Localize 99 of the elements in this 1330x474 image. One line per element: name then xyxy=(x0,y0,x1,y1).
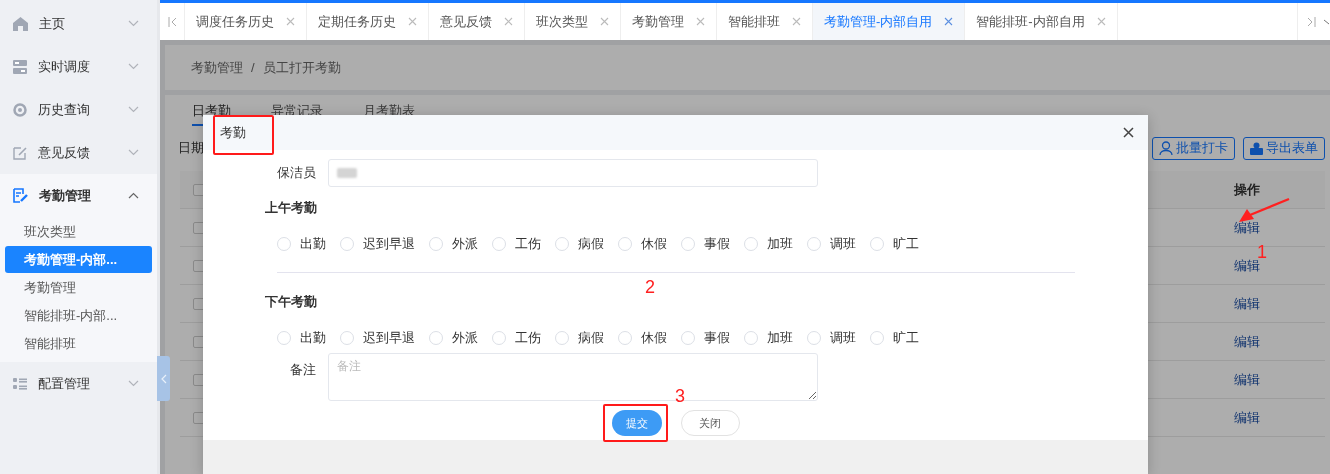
breadcrumb-item: 员工打开考勤 xyxy=(262,58,341,77)
radio-label[interactable]: 出勤 xyxy=(300,235,326,253)
radio-button[interactable] xyxy=(681,331,695,345)
edit-link[interactable]: 编辑 xyxy=(1234,371,1260,387)
radio-button[interactable] xyxy=(429,237,443,251)
menu-item[interactable]: 实时调度 xyxy=(38,57,117,76)
radio-label[interactable]: 出勤 xyxy=(300,329,326,347)
close-icon xyxy=(286,17,295,26)
close-icon xyxy=(696,17,705,26)
target-icon xyxy=(13,102,27,117)
edit-link[interactable]: 编辑 xyxy=(1234,333,1260,349)
radio-button[interactable] xyxy=(744,331,758,345)
menu-item[interactable]: 考勤管理 xyxy=(39,186,117,205)
radio-button[interactable] xyxy=(555,331,569,345)
input-field[interactable] xyxy=(328,159,818,187)
close-button[interactable]: 关闭 xyxy=(680,410,740,436)
submenu-item[interactable]: 智能排班-内部... xyxy=(5,302,152,329)
radio-button[interactable] xyxy=(277,237,291,251)
radio-label[interactable]: 迟到早退 xyxy=(363,329,415,347)
toolbar-button[interactable]: 导出表单 xyxy=(1243,136,1325,160)
radio-label[interactable]: 休假 xyxy=(641,235,667,253)
step-number: 2 xyxy=(645,278,655,296)
collapse-handle[interactable] xyxy=(157,356,170,401)
submenu-item[interactable]: 考勤管理 xyxy=(5,274,152,301)
close-icon xyxy=(1123,127,1134,138)
radio-label[interactable]: 加班 xyxy=(767,235,793,253)
close-icon xyxy=(792,17,801,26)
radio-button[interactable] xyxy=(807,331,821,345)
radio-label[interactable]: 旷工 xyxy=(893,235,919,253)
radio-button[interactable] xyxy=(870,237,884,251)
section-title: 下午考勤 xyxy=(265,294,318,310)
edit-link[interactable]: 编辑 xyxy=(1234,219,1260,235)
redacted-value-icon xyxy=(337,167,359,179)
last-page-icon xyxy=(1306,16,1316,27)
home-icon xyxy=(13,16,28,31)
radio-button[interactable] xyxy=(618,331,632,345)
filter-label: 日期 xyxy=(178,139,204,157)
page-tab[interactable]: 考勤管理-内部自用 xyxy=(813,3,966,40)
field-label: 备注 xyxy=(289,361,316,379)
breadcrumb-separator: / xyxy=(251,60,255,75)
breadcrumb-item[interactable]: 考勤管理 xyxy=(191,58,243,77)
grid-icon xyxy=(13,59,27,74)
submenu-item[interactable]: 智能排班 xyxy=(5,330,152,357)
edit-link[interactable]: 编辑 xyxy=(1234,295,1260,311)
chevron-icon xyxy=(160,373,167,384)
radio-button[interactable] xyxy=(492,331,506,345)
first-page-icon xyxy=(167,16,177,27)
radio-label[interactable]: 调班 xyxy=(830,329,856,347)
radio-label[interactable]: 工伤 xyxy=(515,235,541,253)
radio-button[interactable] xyxy=(681,237,695,251)
edit-link[interactable]: 编辑 xyxy=(1234,409,1260,425)
menu-item[interactable]: 主页 xyxy=(39,14,117,33)
menu-item[interactable]: 配置管理 xyxy=(38,374,117,393)
section-title: 上午考勤 xyxy=(265,200,318,216)
export-icon xyxy=(1250,141,1263,155)
radio-button[interactable] xyxy=(744,237,758,251)
radio-button[interactable] xyxy=(340,237,354,251)
submenu-item[interactable]: 考勤管理-内部... xyxy=(5,246,152,273)
radio-label[interactable]: 迟到早退 xyxy=(363,235,415,253)
column-header: 操作 xyxy=(1234,181,1260,197)
document-icon xyxy=(13,188,28,203)
radio-button[interactable] xyxy=(277,331,291,345)
radio-label[interactable]: 工伤 xyxy=(515,329,541,347)
radio-label[interactable]: 病假 xyxy=(578,329,604,347)
edit-link[interactable]: 编辑 xyxy=(1234,257,1260,273)
close-icon xyxy=(408,17,417,26)
radio-label[interactable]: 旷工 xyxy=(893,329,919,347)
radio-label[interactable]: 病假 xyxy=(578,235,604,253)
close-icon xyxy=(944,17,954,26)
radio-button[interactable] xyxy=(492,237,506,251)
menu-item[interactable]: 意见反馈 xyxy=(38,143,117,162)
radio-label[interactable]: 事假 xyxy=(704,329,730,347)
field-label: 保洁员 xyxy=(276,164,316,182)
user-icon xyxy=(1159,141,1173,155)
radio-button[interactable] xyxy=(429,331,443,345)
radio-button[interactable] xyxy=(870,331,884,345)
toolbar-button[interactable]: 批量打卡 xyxy=(1152,136,1235,160)
radio-label[interactable]: 加班 xyxy=(767,329,793,347)
radio-button[interactable] xyxy=(555,237,569,251)
dialog-title: 考勤 xyxy=(220,123,246,142)
close-icon xyxy=(1096,17,1106,26)
radio-label[interactable]: 调班 xyxy=(830,235,856,253)
radio-button[interactable] xyxy=(807,237,821,251)
radio-label[interactable]: 事假 xyxy=(704,235,730,253)
submenu-item[interactable]: 班次类型 xyxy=(5,218,152,245)
menu-item[interactable]: 历史查询 xyxy=(38,100,117,119)
edit-icon xyxy=(13,145,27,160)
step-number: 1 xyxy=(1257,243,1267,261)
close-icon xyxy=(504,17,513,26)
close-icon xyxy=(600,17,609,26)
radio-label[interactable]: 外派 xyxy=(452,235,478,253)
highlight-frame xyxy=(603,404,668,442)
highlight-frame xyxy=(213,115,274,155)
radio-button[interactable] xyxy=(618,237,632,251)
dropdown-icon xyxy=(1324,18,1330,25)
radio-label[interactable]: 休假 xyxy=(641,329,667,347)
radio-button[interactable] xyxy=(340,331,354,345)
list-icon xyxy=(13,377,27,390)
radio-label[interactable]: 外派 xyxy=(452,329,478,347)
